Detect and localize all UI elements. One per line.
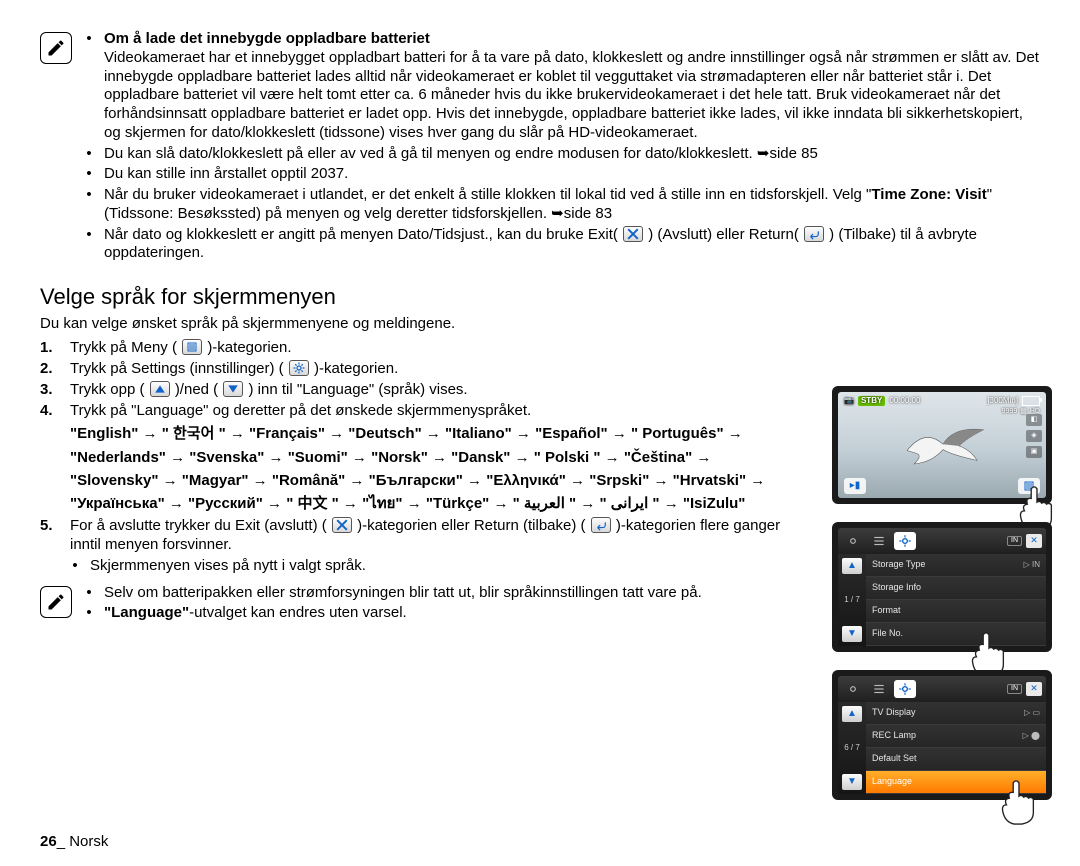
note1-title: Om å lade det innebygde oppladbare batte… <box>104 30 430 47</box>
menu-row-value: ▷ IN <box>1024 560 1040 570</box>
photo-count: 9999 <box>1002 408 1018 417</box>
menu-row[interactable]: Storage Info <box>866 577 1046 600</box>
note1-body: Videokameraet har et innebygget oppladba… <box>104 49 1039 141</box>
tab-list[interactable] <box>868 680 890 698</box>
up-button[interactable]: ▲ <box>842 558 862 574</box>
exit-icon <box>623 226 643 242</box>
menu-row-label: File No. <box>872 628 903 639</box>
play-button[interactable]: ▸▮ <box>844 478 866 494</box>
menu-row[interactable]: File No. <box>866 623 1046 646</box>
steps-list: 1. Trykk på Meny ( )-kategorien. 2. Tryk… <box>40 339 800 575</box>
side-icon: ◈ <box>1026 430 1042 442</box>
exit-icon <box>332 517 352 533</box>
language-sequence: "English" → " 한국어 " → "Français" → "Deut… <box>70 422 800 515</box>
menu-row[interactable]: Default Set <box>866 748 1046 771</box>
menu-icon <box>182 339 202 355</box>
menu-row[interactable]: Storage Type ▷ IN <box>866 554 1046 577</box>
pencil-icon <box>40 32 72 64</box>
tab-settings-selected[interactable] <box>894 532 916 550</box>
storage-in-badge: IN <box>1007 684 1022 695</box>
side-icon: ▣ <box>1026 446 1042 458</box>
menu-row-label: Default Set <box>872 753 917 764</box>
gear-icon <box>289 360 309 376</box>
seagull-illustration <box>898 418 988 474</box>
device-menu-1: IN ✕ ▲ 1 / 7 ▼ Storage Type ▷ IN Storage I… <box>832 522 1052 652</box>
menu-row[interactable]: REC Lamp ▷ ⬤ <box>866 725 1046 748</box>
pointing-hand-icon <box>994 778 1042 826</box>
exit-button[interactable]: ✕ <box>1026 682 1042 696</box>
menu-row-label: REC Lamp <box>872 730 916 741</box>
menu-row-label: Format <box>872 605 901 616</box>
menu-row-value: ▷ ⬤ <box>1023 731 1040 741</box>
pencil-icon <box>40 586 72 618</box>
battery-icon <box>1022 396 1040 406</box>
rec-time: 00:00:00 <box>889 396 920 406</box>
section-intro: Du kan velge ønsket språk på skjermmenye… <box>40 315 800 334</box>
page-number: 26 <box>40 833 57 850</box>
section-title: Velge språk for skjermmenyen <box>40 283 800 311</box>
tab-settings-selected[interactable] <box>894 680 916 698</box>
down-button[interactable]: ▼ <box>842 774 862 790</box>
menu-row-label: Storage Type <box>872 559 925 570</box>
page-indicator: 1 / 7 <box>844 595 860 605</box>
page-indicator: 6 / 7 <box>844 743 860 753</box>
menu-row-label: TV Display <box>872 707 916 718</box>
bullet: • <box>84 30 94 143</box>
down-arrow-icon <box>223 381 243 397</box>
up-button[interactable]: ▲ <box>842 706 862 722</box>
stby-badge: STBY <box>858 396 885 406</box>
device-preview: 📷 STBY 00:00:00 [300Min] 9999 ▦ HD ◧ <box>832 386 1052 504</box>
note-block-battery: • Om å lade det innebygde oppladbare bat… <box>40 30 1040 265</box>
menu-row-label: Language <box>872 776 912 787</box>
tab-list[interactable] <box>868 532 890 550</box>
menu-row-label: Storage Info <box>872 582 921 593</box>
storage-in-badge: IN <box>1007 536 1022 547</box>
menu-row[interactable]: Format <box>866 600 1046 623</box>
note-block-language: •Selv om batteripakken eller strømforsyn… <box>40 584 800 626</box>
tab-gear[interactable] <box>842 680 864 698</box>
return-icon <box>591 517 611 533</box>
footer-lang: Norsk <box>69 833 108 850</box>
down-button[interactable]: ▼ <box>842 626 862 642</box>
remain-time: [300Min] <box>987 396 1018 406</box>
side-icon: ◧ <box>1026 414 1042 426</box>
return-icon <box>804 226 824 242</box>
tab-gear[interactable] <box>842 532 864 550</box>
page-footer: 26_ Norsk <box>40 833 108 852</box>
menu-row[interactable]: TV Display ▷ ▭ <box>866 702 1046 725</box>
device-menu-2: IN ✕ ▲ 6 / 7 ▼ TV Display ▷ ▭ REC Lamp ▷ ⬤ D… <box>832 670 1052 800</box>
up-arrow-icon <box>150 381 170 397</box>
exit-button[interactable]: ✕ <box>1026 534 1042 548</box>
device-illustrations: 📷 STBY 00:00:00 [300Min] 9999 ▦ HD ◧ <box>832 386 1052 800</box>
camera-icon: 📷 <box>844 396 854 406</box>
menu-row-value: ▷ ▭ <box>1024 708 1040 718</box>
